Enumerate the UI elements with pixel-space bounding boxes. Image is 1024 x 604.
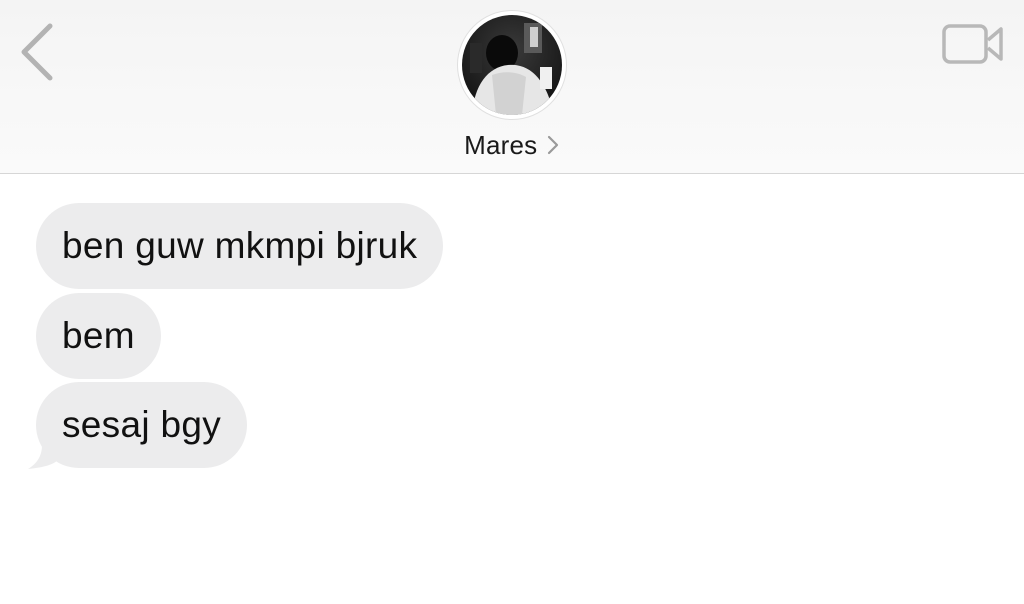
imessage-conversation-screen: Mares ben guw mkmpi bjruk bem sesaj bgy bbox=[0, 0, 1024, 604]
contact-avatar[interactable] bbox=[458, 11, 566, 119]
video-camera-icon bbox=[942, 24, 1003, 64]
facetime-video-button[interactable] bbox=[940, 20, 1006, 68]
chevron-right-icon bbox=[547, 135, 558, 154]
incoming-message-bubble[interactable]: bem bbox=[36, 293, 161, 379]
chevron-left-icon bbox=[21, 23, 53, 81]
incoming-message-bubble[interactable]: ben guw mkmpi bjruk bbox=[36, 203, 444, 289]
incoming-message-bubble[interactable]: sesaj bgy bbox=[36, 382, 248, 468]
conversation-header: Mares bbox=[0, 0, 1024, 174]
contact-name: Mares bbox=[464, 130, 538, 160]
contact-name-button[interactable]: Mares bbox=[0, 130, 1024, 161]
avatar-photo bbox=[462, 15, 562, 115]
back-button[interactable] bbox=[14, 20, 64, 84]
message-list: ben guw mkmpi bjruk bem sesaj bgy bbox=[0, 175, 1024, 604]
